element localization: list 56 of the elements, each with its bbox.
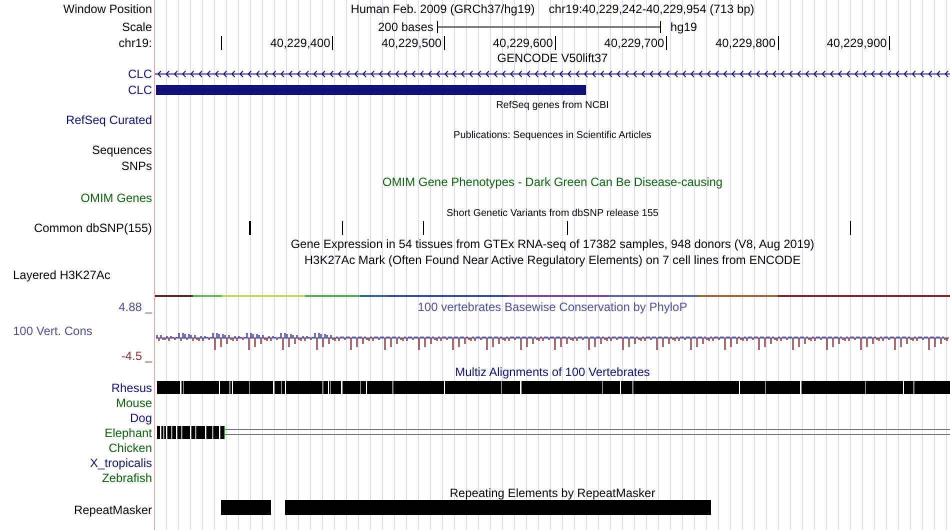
scale-text: 200 bases — [378, 20, 434, 34]
snp-mark[interactable] — [342, 221, 343, 235]
track-title: H3K27Ac Mark (Often Found Near Active Regulatory Elements) on 7 cell lines from ENCODE — [304, 253, 801, 267]
track-label[interactable]: Zebrafish — [102, 470, 152, 484]
track-label[interactable]: Dog — [130, 410, 152, 424]
track-label: chr19: — [118, 36, 152, 50]
track-label[interactable]: Elephant — [104, 426, 152, 440]
track-title: 100 vertebrates Basewise Conservation by PhyloP — [418, 300, 688, 314]
track-label[interactable]: Rhesus — [111, 380, 152, 394]
track-title: Short Genetic Variants from dbSNP release 155 — [446, 208, 658, 218]
coordinate-label: 40,229,400 — [270, 36, 330, 50]
assembly-name: Human Feb. 2009 (GRCh37/hg19) — [350, 2, 535, 16]
track-label[interactable]: CLC — [128, 83, 152, 97]
tick-mark — [332, 36, 334, 50]
track-title: Publications: Sequences in Scientific Articles — [454, 130, 652, 140]
coordinate-label: 40,229,800 — [715, 36, 776, 50]
scale-assembly: hg19 — [670, 20, 698, 34]
track-title: Multiz Alignments of 100 Vertebrates — [455, 365, 650, 379]
track-label[interactable]: SNPs — [121, 159, 152, 173]
coordinate-label: 40,229,700 — [604, 36, 664, 50]
repeat-block[interactable] — [221, 500, 271, 515]
track-title: Gene Expression in 54 tissues from GTEx RNA-seq of 17382 samples, 948 donors (V8, Aug 2019) — [290, 237, 814, 251]
track-label[interactable]: Common dbSNP(155) — [34, 221, 152, 235]
track-label[interactable]: CLC — [128, 67, 152, 81]
track-label: Scale — [122, 20, 152, 34]
coordinate-label: 40,229,900 — [826, 36, 887, 50]
position-text: chr19:40,229,242-40,229,954 (713 bp) — [548, 2, 754, 16]
tick-mark — [444, 36, 445, 50]
snp-mark[interactable] — [249, 221, 251, 235]
track-label[interactable]: X_tropicalis — [90, 456, 152, 470]
track-title: GENCODE V50lift37 — [497, 51, 608, 65]
axis-max-label: 4.88 _ — [118, 300, 152, 314]
coordinate-label: 40,229,600 — [492, 36, 553, 50]
track-label[interactable]: Sequences — [92, 143, 152, 157]
tick-mark — [554, 36, 556, 50]
track-label[interactable]: 100 Vert. Cons — [13, 324, 92, 338]
track-label[interactable]: Mouse — [116, 396, 152, 410]
tick-mark — [221, 36, 222, 50]
gene-block[interactable] — [156, 85, 586, 95]
track-title: RefSeq genes from NCBI — [496, 100, 609, 110]
track-label[interactable]: RefSeq Curated — [66, 113, 152, 127]
coordinate-label: 40,229,500 — [382, 36, 442, 50]
tick-mark — [666, 36, 668, 50]
track-title: Repeating Elements by RepeatMasker — [450, 486, 656, 500]
axis-min-label: -4.5 _ — [121, 349, 152, 363]
track-label[interactable]: Layered H3K27Ac — [13, 268, 110, 282]
snp-mark[interactable] — [423, 221, 424, 235]
track-label[interactable]: Chicken — [108, 440, 152, 454]
snp-mark[interactable] — [567, 221, 568, 235]
snp-mark[interactable] — [850, 221, 851, 235]
repeat-block[interactable] — [285, 500, 711, 515]
track-label[interactable]: RepeatMasker — [74, 503, 152, 517]
track-label[interactable]: OMIM Genes — [80, 191, 152, 205]
tick-mark — [888, 36, 890, 50]
track-title: OMIM Gene Phenotypes - Dark Green Can Be Disease-causing — [382, 175, 723, 189]
track-label: Window Position — [63, 2, 152, 16]
